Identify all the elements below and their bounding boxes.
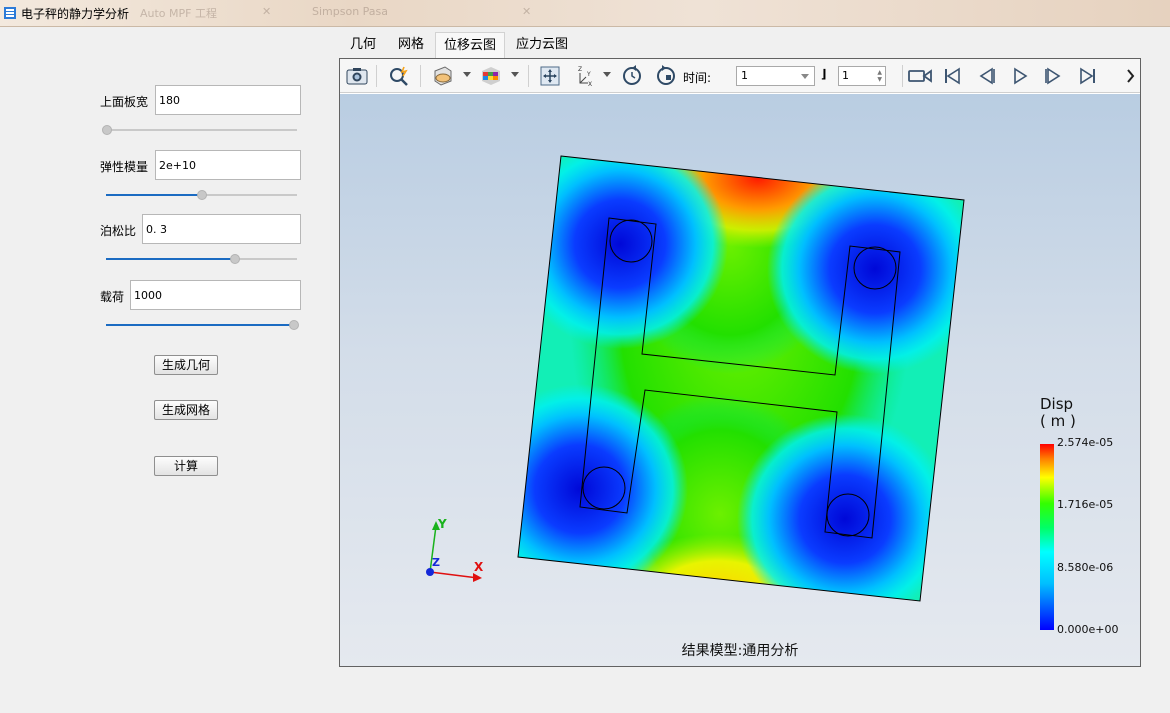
svg-text:Y: Y (586, 71, 591, 78)
elastic-modulus-input[interactable] (155, 150, 301, 180)
app-icon (4, 7, 16, 19)
time-select-value: 1 (741, 69, 748, 82)
rotate-ccw-icon[interactable] (620, 64, 644, 88)
zoom-wand-icon[interactable] (387, 64, 411, 88)
result-view: ZYX 时间: 1 ⌋ 1 ▲ ▼ Y X Z Disp (m) 2.574… (339, 58, 1141, 667)
spin-arrows-icon[interactable]: ▲ ▼ (877, 69, 882, 83)
result-model-caption: 结果模型:通用分析 (681, 643, 799, 659)
step-corner-icon: ⌋ (821, 67, 827, 81)
legend-title: Disp ( m ) (1040, 396, 1076, 430)
axes-orient-dropdown-icon[interactable] (603, 72, 611, 77)
window-title: 电子秤的静力学分析 (21, 7, 130, 21)
background-tab-close-ghost: ✕ (262, 5, 272, 18)
toolbar-overflow-icon[interactable] (1124, 64, 1138, 88)
plate-width-input[interactable] (155, 85, 301, 115)
axis-x-label: X (474, 560, 484, 574)
time-select[interactable]: 1 (736, 66, 815, 86)
first-frame-icon[interactable] (940, 64, 964, 88)
elastic-modulus-label: 弹性模量 (100, 160, 149, 174)
rotate-cw-icon[interactable] (654, 64, 678, 88)
color-cube-icon[interactable] (479, 64, 503, 88)
poisson-ratio-input[interactable] (142, 214, 301, 244)
poisson-ratio-label: 泊松比 (100, 224, 137, 238)
background-tab-ghost-2: Simpson Pasa (312, 5, 389, 18)
legend-color-bar (1040, 444, 1054, 630)
tab-stress[interactable]: 应力云图 (511, 32, 573, 58)
step-spinbox-value: 1 (842, 69, 849, 82)
fit-view-icon[interactable] (538, 64, 562, 88)
background-tab-ghost: Auto MPF 工程 (140, 7, 217, 20)
prev-frame-icon[interactable] (974, 64, 998, 88)
tab-mesh[interactable]: 网格 (391, 32, 431, 58)
axes-orient-icon[interactable]: ZYX (574, 64, 598, 88)
record-icon[interactable] (906, 64, 934, 88)
compute-button[interactable]: 计算 (154, 456, 218, 476)
render-mode-icon[interactable] (431, 64, 455, 88)
render-mode-dropdown-icon[interactable] (463, 72, 471, 77)
generate-geometry-button[interactable]: 生成几何 (154, 355, 218, 375)
axis-triad: Y X Z (426, 517, 484, 582)
view-toolbar: ZYX 时间: 1 ⌋ 1 ▲ ▼ (340, 59, 1140, 93)
background-tab-close-ghost-2: ✕ (522, 5, 532, 18)
camera-icon[interactable] (345, 64, 369, 88)
last-frame-icon[interactable] (1076, 64, 1100, 88)
time-label: 时间: (683, 71, 712, 85)
next-frame-icon[interactable] (1042, 64, 1066, 88)
plate-width-slider[interactable] (102, 124, 297, 136)
title-bar: 电子秤的静力学分析 Auto MPF 工程 ✕ Simpson Pasa ✕ (0, 0, 1170, 27)
elastic-modulus-slider[interactable] (106, 189, 297, 201)
legend-mid-high-label: 1.716e-05 (1057, 498, 1114, 511)
chevron-down-icon (801, 74, 809, 79)
svg-text:X: X (588, 81, 592, 88)
legend-unit: ( m ) (1040, 412, 1076, 430)
load-label: 载荷 (100, 290, 125, 304)
color-cube-dropdown-icon[interactable] (511, 72, 519, 77)
generate-mesh-button[interactable]: 生成网格 (154, 400, 218, 420)
tab-geometry[interactable]: 几何 (343, 32, 383, 58)
legend-title-text: Disp (1040, 395, 1074, 413)
load-input[interactable] (130, 280, 301, 310)
axis-z-label: Z (432, 556, 440, 569)
svg-text:Z: Z (578, 66, 582, 73)
legend-max-label: 2.574e-05 (1057, 436, 1114, 449)
poisson-ratio-slider[interactable] (106, 253, 297, 265)
displacement-contour-plot: Y X Z (426, 155, 1054, 630)
play-icon[interactable] (1008, 64, 1032, 88)
contour-viewport[interactable]: Y X Z Disp ( m ) 2.574e-05 1.716e-05 8.5… (340, 94, 1140, 666)
plate-width-label: 上面板宽 (100, 95, 149, 109)
legend-min-label: 0.000e+00 (1057, 623, 1119, 636)
axis-y-label: Y (437, 517, 447, 531)
step-spinbox[interactable]: 1 ▲ ▼ (838, 66, 886, 86)
tab-displacement[interactable]: 位移云图 (435, 32, 505, 58)
legend-mid-low-label: 8.580e-06 (1057, 561, 1114, 574)
load-slider[interactable] (106, 319, 299, 331)
